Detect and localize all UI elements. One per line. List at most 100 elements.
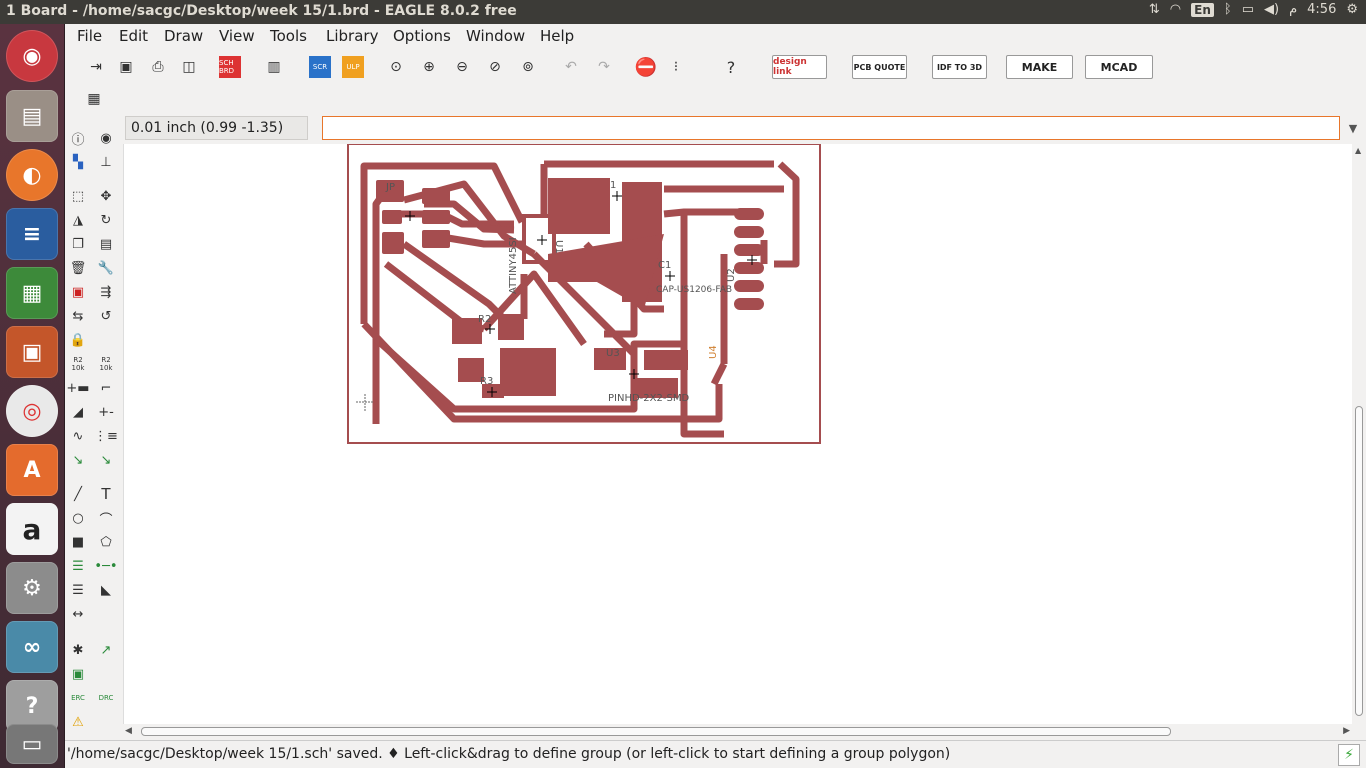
- zoom-select-icon[interactable]: ⊚: [517, 56, 539, 78]
- trash-icon[interactable]: ▭: [6, 724, 58, 764]
- grid-icon[interactable]: ▦: [83, 88, 105, 110]
- attribute-icon[interactable]: ◣: [96, 580, 116, 600]
- system-settings-icon[interactable]: ⚙: [6, 562, 58, 614]
- command-line-input[interactable]: [322, 116, 1340, 140]
- use-library-icon[interactable]: ▥: [263, 56, 285, 78]
- route-multi-icon[interactable]: ⋮≡: [94, 426, 118, 446]
- rotate-icon[interactable]: ↻: [96, 210, 116, 230]
- menu-help[interactable]: Help: [540, 27, 574, 45]
- optimize-icon[interactable]: +-: [96, 402, 116, 422]
- mcad-button[interactable]: MCAD: [1085, 55, 1153, 79]
- menu-edit[interactable]: Edit: [119, 27, 148, 45]
- wifi-icon[interactable]: ◠: [1170, 2, 1181, 17]
- split-icon[interactable]: ◢: [68, 402, 88, 422]
- menu-view[interactable]: View: [219, 27, 255, 45]
- arduino-icon[interactable]: ∞: [6, 621, 58, 673]
- print-icon[interactable]: ⎙: [147, 56, 169, 78]
- clock-time[interactable]: 4:56: [1307, 2, 1336, 17]
- chrome-icon[interactable]: ◎: [6, 385, 58, 437]
- scroll-right-arrow-icon[interactable]: ▶: [1343, 726, 1350, 736]
- copy-icon[interactable]: ❐: [68, 234, 88, 254]
- show-eye-icon[interactable]: ◉: [96, 128, 116, 148]
- route-icon[interactable]: ↘: [68, 450, 88, 470]
- help-question-icon[interactable]: ?: [720, 56, 742, 78]
- autorouter-icon[interactable]: ↗: [96, 640, 116, 660]
- zoom-out-icon[interactable]: ⊖: [451, 56, 473, 78]
- swap-icon[interactable]: ⇆: [68, 306, 88, 326]
- ripup-icon[interactable]: ↘: [96, 450, 116, 470]
- group-select-icon[interactable]: ⬚: [68, 186, 88, 206]
- ratsnest-icon[interactable]: ✱: [68, 640, 88, 660]
- impress-icon[interactable]: ▣: [6, 326, 58, 378]
- erc-button[interactable]: ERC: [68, 688, 88, 708]
- hole-icon[interactable]: ☰: [68, 580, 88, 600]
- zoom-redraw-icon[interactable]: ⊘: [484, 56, 506, 78]
- vertical-scroll-thumb[interactable]: [1355, 406, 1363, 716]
- battery-icon[interactable]: ▭: [1242, 2, 1254, 17]
- bluetooth-icon[interactable]: ᛒ: [1224, 2, 1232, 17]
- menu-tools[interactable]: Tools: [270, 27, 307, 45]
- add-part-icon[interactable]: ▣: [68, 282, 88, 302]
- menu-draw[interactable]: Draw: [164, 27, 203, 45]
- text-icon[interactable]: T: [96, 484, 116, 504]
- change-wrench-icon[interactable]: 🔧: [96, 258, 116, 278]
- open-icon[interactable]: ⇥: [85, 56, 107, 78]
- move-icon[interactable]: ✥: [96, 186, 116, 206]
- ulp-button[interactable]: ULP: [342, 56, 364, 78]
- stop-icon[interactable]: ⛔: [635, 56, 657, 78]
- drc-button[interactable]: DRC: [96, 688, 116, 708]
- menu-options[interactable]: Options: [393, 27, 451, 45]
- menu-window[interactable]: Window: [466, 27, 525, 45]
- horizontal-scroll-thumb[interactable]: [141, 727, 1171, 736]
- command-history-dropdown-icon[interactable]: ▼: [1343, 116, 1363, 140]
- zoom-fit-icon[interactable]: ⊙: [385, 56, 407, 78]
- smash-icon[interactable]: +▬: [66, 378, 89, 398]
- firefox-icon[interactable]: ◐: [6, 149, 58, 201]
- design-link-button[interactable]: design link: [772, 55, 827, 79]
- keyboard-layout-indicator[interactable]: En: [1191, 2, 1214, 17]
- make-button[interactable]: MAKE: [1006, 55, 1073, 79]
- vertical-scrollbar[interactable]: ▲: [1352, 144, 1366, 724]
- arc-icon[interactable]: ⌒: [96, 508, 116, 528]
- pcb-quote-button[interactable]: PCB QUOTE: [852, 55, 907, 79]
- mark-icon[interactable]: ⊥: [96, 152, 116, 172]
- sch-brd-switch-button[interactable]: SCH BRD: [219, 56, 241, 78]
- design-rules-icon[interactable]: ▣: [68, 664, 88, 684]
- files-app-icon[interactable]: ▤: [6, 90, 58, 142]
- meander-icon[interactable]: ∿: [68, 426, 88, 446]
- go-icon[interactable]: ⁝: [665, 56, 687, 78]
- circle-icon[interactable]: ○: [68, 508, 88, 528]
- polygon-icon[interactable]: ⬠: [96, 532, 116, 552]
- cam-processor-icon[interactable]: ◫: [178, 56, 200, 78]
- ubuntu-dash-icon[interactable]: ◉: [6, 30, 58, 82]
- info-icon[interactable]: ⓘ: [68, 128, 88, 148]
- undo-icon[interactable]: ↶: [560, 56, 582, 78]
- network-sync-icon[interactable]: ⇅: [1149, 2, 1160, 17]
- signal-icon[interactable]: •─•: [94, 556, 117, 576]
- replace-icon[interactable]: ⇶: [96, 282, 116, 302]
- amazon-icon[interactable]: a: [6, 503, 58, 555]
- mirror-icon[interactable]: ◮: [68, 210, 88, 230]
- board-canvas[interactable]: JP ATTINY45SI U1 1 C1 CAP-US1206-FAB R2 …: [123, 143, 1352, 724]
- scroll-left-arrow-icon[interactable]: ◀: [125, 726, 132, 736]
- layers-icon[interactable]: ▚: [68, 152, 88, 172]
- name-tool-icon[interactable]: R2 10k: [68, 354, 88, 374]
- horizontal-scrollbar[interactable]: ◀ ▶: [123, 724, 1352, 740]
- scroll-up-arrow-icon[interactable]: ▲: [1355, 146, 1361, 155]
- menu-library[interactable]: Library: [326, 27, 378, 45]
- lock-rotate-icon[interactable]: ↺: [96, 306, 116, 326]
- writer-icon[interactable]: ≡: [6, 208, 58, 260]
- volume-icon[interactable]: ◀): [1264, 2, 1279, 17]
- miter-icon[interactable]: ⌐: [96, 378, 116, 398]
- delete-icon[interactable]: 🗑: [68, 258, 88, 278]
- idf-to-3d-button[interactable]: IDF TO 3D: [932, 55, 987, 79]
- save-icon[interactable]: ▣: [115, 56, 137, 78]
- settings-gear-icon[interactable]: ⚙: [1346, 2, 1358, 17]
- errors-warning-icon[interactable]: ⚠: [68, 712, 88, 732]
- lock-icon[interactable]: 🔒: [68, 330, 88, 350]
- script-button[interactable]: SCR: [309, 56, 331, 78]
- via-icon[interactable]: ☰: [68, 556, 88, 576]
- software-center-icon[interactable]: A: [6, 444, 58, 496]
- wire-icon[interactable]: ╱: [68, 484, 88, 504]
- zoom-in-icon[interactable]: ⊕: [418, 56, 440, 78]
